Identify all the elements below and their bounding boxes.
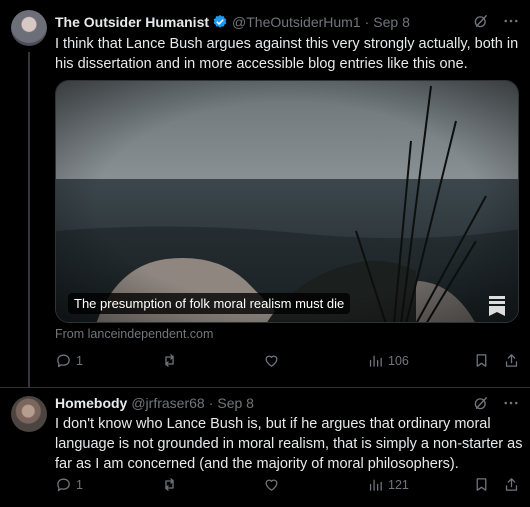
reply-button[interactable]: 1 (55, 352, 83, 369)
tweet-date[interactable]: Sep 8 (373, 14, 410, 30)
tweet-date[interactable]: Sep 8 (217, 395, 254, 411)
avatar[interactable] (11, 10, 47, 46)
like-button[interactable] (263, 352, 284, 369)
reply-count: 1 (76, 353, 83, 368)
separator: · (208, 395, 214, 411)
grok-icon[interactable] (472, 12, 490, 30)
thread-line (28, 52, 30, 387)
tweet-top-actions (472, 394, 520, 412)
tweet-header: Homebody @jrfraser68 · Sep 8 (55, 395, 254, 411)
grok-icon[interactable] (472, 394, 490, 412)
reply-icon (57, 354, 70, 368)
bookmark-icon (489, 296, 505, 316)
card-source[interactable]: From lanceindependent.com (55, 327, 213, 341)
like-icon (265, 479, 278, 491)
bookmark-button[interactable] (473, 476, 490, 493)
verified-badge-icon (213, 15, 227, 28)
share-button[interactable] (503, 476, 520, 493)
bookmark-button[interactable] (473, 352, 490, 369)
reply-icon (57, 478, 70, 492)
author-name[interactable]: The Outsider Humanist (55, 14, 209, 30)
tweet[interactable]: The Outsider Humanist @TheOutsiderHum1 ·… (0, 0, 530, 387)
tweet-header: The Outsider Humanist @TheOutsiderHum1 ·… (55, 14, 410, 30)
share-button[interactable] (503, 352, 520, 369)
tweet-top-actions (472, 12, 520, 30)
reply-count: 1 (76, 477, 83, 492)
repost-icon (165, 478, 174, 491)
share-icon (505, 354, 518, 367)
bookmark-icon (476, 354, 487, 367)
repost-icon (165, 354, 174, 367)
views-icon (369, 355, 382, 367)
repost-button[interactable] (161, 476, 182, 493)
views-count: 106 (388, 353, 409, 368)
share-icon (505, 478, 518, 491)
author-name[interactable]: Homebody (55, 395, 127, 411)
tweet-text: I think that Lance Bush argues against t… (55, 36, 519, 72)
card-image (56, 81, 518, 322)
bookmark-icon (476, 478, 487, 491)
tweet-actions: 1 106 (55, 352, 520, 372)
like-button[interactable] (263, 476, 284, 493)
separator: · (364, 14, 370, 30)
tweet[interactable]: Homebody @jrfraser68 · Sep 8 I don't kno… (0, 387, 530, 507)
more-icon[interactable] (502, 394, 520, 412)
repost-button[interactable] (161, 352, 182, 369)
author-handle[interactable]: @TheOutsiderHum1 (232, 14, 361, 30)
reply-button[interactable]: 1 (55, 476, 83, 493)
like-icon (265, 355, 278, 367)
card-title: The presumption of folk moral realism mu… (68, 293, 351, 314)
author-handle[interactable]: @jrfraser68 (131, 395, 204, 411)
tweet-text: I don't know who Lance Bush is, but if h… (55, 416, 523, 472)
views-count: 121 (388, 477, 409, 492)
avatar[interactable] (11, 396, 47, 432)
views-icon (369, 479, 382, 491)
more-icon[interactable] (502, 12, 520, 30)
link-card[interactable]: The presumption of folk moral realism mu… (55, 80, 519, 323)
views-button[interactable]: 121 (367, 476, 409, 493)
views-button[interactable]: 106 (367, 352, 409, 369)
tweet-actions: 1 121 (55, 476, 520, 496)
